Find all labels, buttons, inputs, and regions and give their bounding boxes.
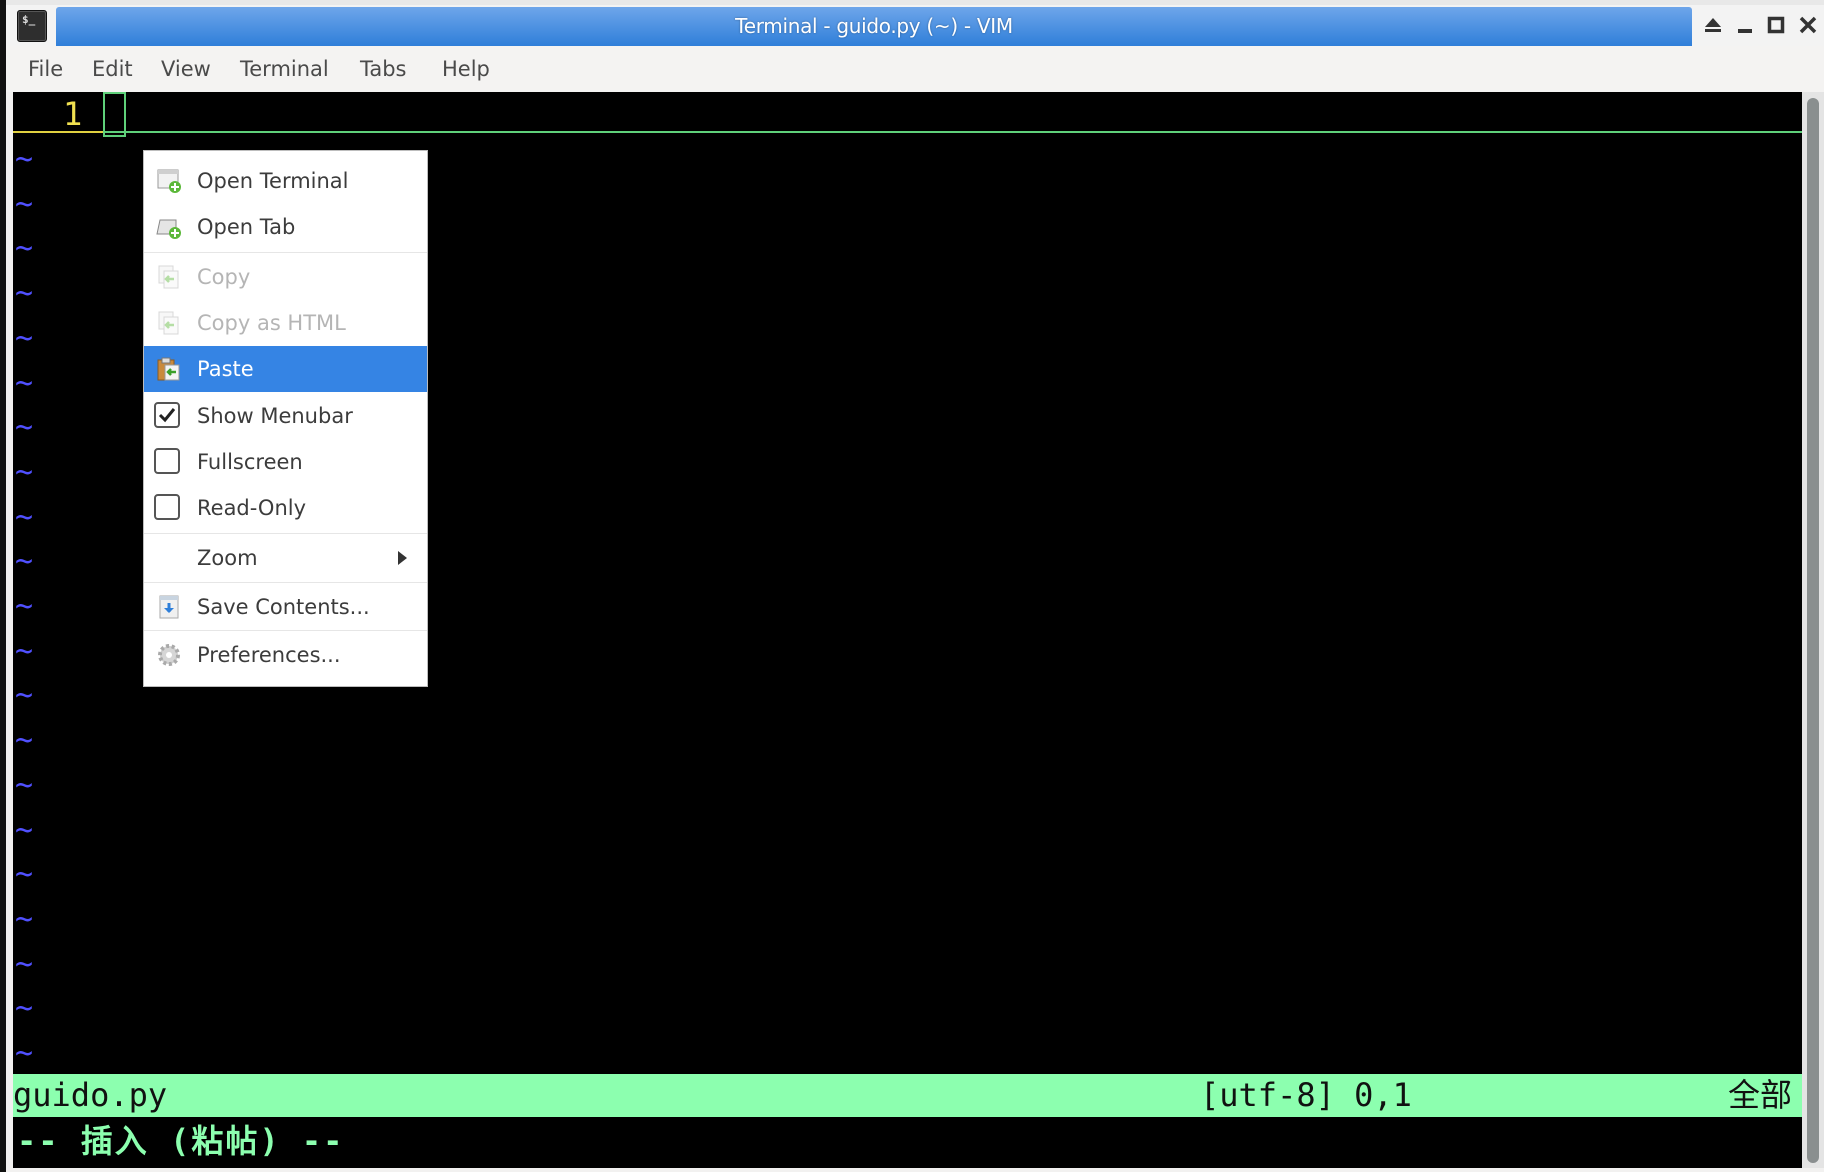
menu-item-label: Preferences...	[197, 643, 341, 667]
tilde-marker: ~	[15, 901, 34, 937]
cursorline-number-underline	[13, 131, 103, 133]
menu-item-label: Read-Only	[197, 496, 307, 520]
tilde-marker: ~	[15, 231, 34, 267]
checkbox-unchecked[interactable]	[154, 448, 180, 474]
menu-tabs[interactable]: Tabs	[360, 57, 407, 81]
minimize-icon	[1738, 29, 1752, 33]
menu-help[interactable]: Help	[442, 57, 490, 81]
menu-item-label: Show Menubar	[197, 404, 353, 428]
menu-view[interactable]: View	[161, 57, 211, 81]
submenu-arrow-icon	[398, 551, 407, 565]
tilde-marker: ~	[15, 544, 34, 580]
vim-status-line: guido.py [utf-8] 0,1 全部	[13, 1074, 1802, 1117]
gear-icon	[158, 644, 180, 666]
open-tab-icon	[156, 219, 181, 239]
context-menu: Open Terminal Open Tab Copy Copy as HTML	[143, 150, 428, 687]
tilde-marker: ~	[15, 276, 34, 312]
tilde-marker: ~	[15, 589, 34, 624]
tilde-marker: ~	[15, 678, 34, 714]
menu-item-label: Copy as HTML	[197, 311, 346, 335]
paste-icon	[157, 357, 180, 381]
text-cursor	[103, 92, 126, 137]
tilde-marker: ~	[15, 767, 34, 803]
menu-item-zoom[interactable]: Zoom	[144, 535, 427, 581]
tilde-marker: ~	[15, 723, 34, 759]
menu-item-copy[interactable]: Copy	[144, 254, 427, 300]
tilde-marker: ~	[15, 320, 34, 356]
checkbox-checked[interactable]	[154, 402, 180, 428]
title-bar[interactable]: $_ Terminal - guido.py (~) - VIM	[6, 5, 1824, 46]
terminal-icon[interactable]: $_	[17, 10, 47, 42]
menu-bar: File Edit View Terminal Tabs Help	[6, 46, 1824, 92]
window-frame-left	[0, 0, 6, 1172]
menu-item-fullscreen[interactable]: Fullscreen	[144, 439, 427, 485]
eject-icon	[1705, 18, 1721, 32]
menu-file[interactable]: File	[28, 57, 63, 81]
tilde-marker: ~	[15, 142, 34, 177]
window-title: Terminal - guido.py (~) - VIM	[735, 14, 1013, 38]
menu-item-save-contents[interactable]: Save Contents...	[144, 584, 427, 630]
menu-separator	[144, 630, 427, 631]
scrollbar-thumb[interactable]	[1807, 98, 1819, 1163]
menu-item-label: Open Tab	[197, 215, 296, 239]
shade-button[interactable]	[1700, 11, 1726, 39]
save-icon	[159, 595, 179, 619]
menu-item-label: Paste	[197, 357, 254, 381]
tilde-marker: ~	[15, 365, 34, 401]
tilde-marker: ~	[15, 499, 34, 535]
close-button[interactable]	[1795, 11, 1821, 39]
tilde-marker: ~	[15, 1036, 34, 1071]
tilde-marker: ~	[15, 991, 34, 1027]
checkmark-icon	[158, 408, 176, 423]
tilde-marker: ~	[15, 633, 34, 669]
copy-html-icon	[158, 311, 179, 335]
tilde-marker: ~	[15, 857, 34, 893]
status-scroll-position: 全部	[1727, 1076, 1792, 1114]
menu-item-read-only[interactable]: Read-Only	[144, 485, 427, 531]
menu-item-copy-as-html[interactable]: Copy as HTML	[144, 300, 427, 346]
menu-item-paste[interactable]: Paste	[144, 346, 427, 392]
menu-separator	[144, 582, 427, 583]
maximize-icon	[1767, 16, 1785, 34]
maximize-button[interactable]	[1763, 11, 1789, 39]
menu-item-label: Zoom	[197, 546, 258, 570]
menu-item-show-menubar[interactable]: Show Menubar	[144, 393, 427, 439]
cursorline-underline	[103, 131, 1802, 133]
open-terminal-icon	[157, 169, 181, 193]
menu-item-label: Copy	[197, 265, 251, 289]
tilde-marker: ~	[15, 454, 34, 490]
menu-item-label: Fullscreen	[197, 450, 303, 474]
menu-edit[interactable]: Edit	[92, 57, 133, 81]
checkbox-unchecked[interactable]	[154, 494, 180, 520]
title-bar-active: Terminal - guido.py (~) - VIM	[56, 7, 1692, 46]
tilde-marker: ~	[15, 186, 34, 222]
tilde-marker: ~	[15, 946, 34, 982]
menu-terminal[interactable]: Terminal	[240, 57, 329, 81]
menu-separator	[144, 533, 427, 534]
menu-item-label: Save Contents...	[197, 595, 370, 619]
menu-item-preferences[interactable]: Preferences...	[144, 632, 427, 678]
menu-separator	[144, 252, 427, 253]
tilde-marker: ~	[15, 410, 34, 446]
menu-item-open-terminal[interactable]: Open Terminal	[144, 158, 427, 204]
status-filename: guido.py	[13, 1076, 168, 1114]
menu-item-open-tab[interactable]: Open Tab	[144, 204, 427, 250]
minimize-button[interactable]	[1732, 11, 1758, 39]
status-encoding-position: [utf-8] 0,1	[1200, 1076, 1412, 1114]
terminal-icon-glyph: $_	[22, 13, 36, 26]
tilde-marker: ~	[15, 812, 34, 848]
close-icon	[1799, 16, 1817, 34]
copy-icon	[158, 265, 179, 289]
vim-mode-line: -- 插入 (粘帖) --	[17, 1122, 345, 1160]
menu-item-label: Open Terminal	[197, 169, 349, 193]
